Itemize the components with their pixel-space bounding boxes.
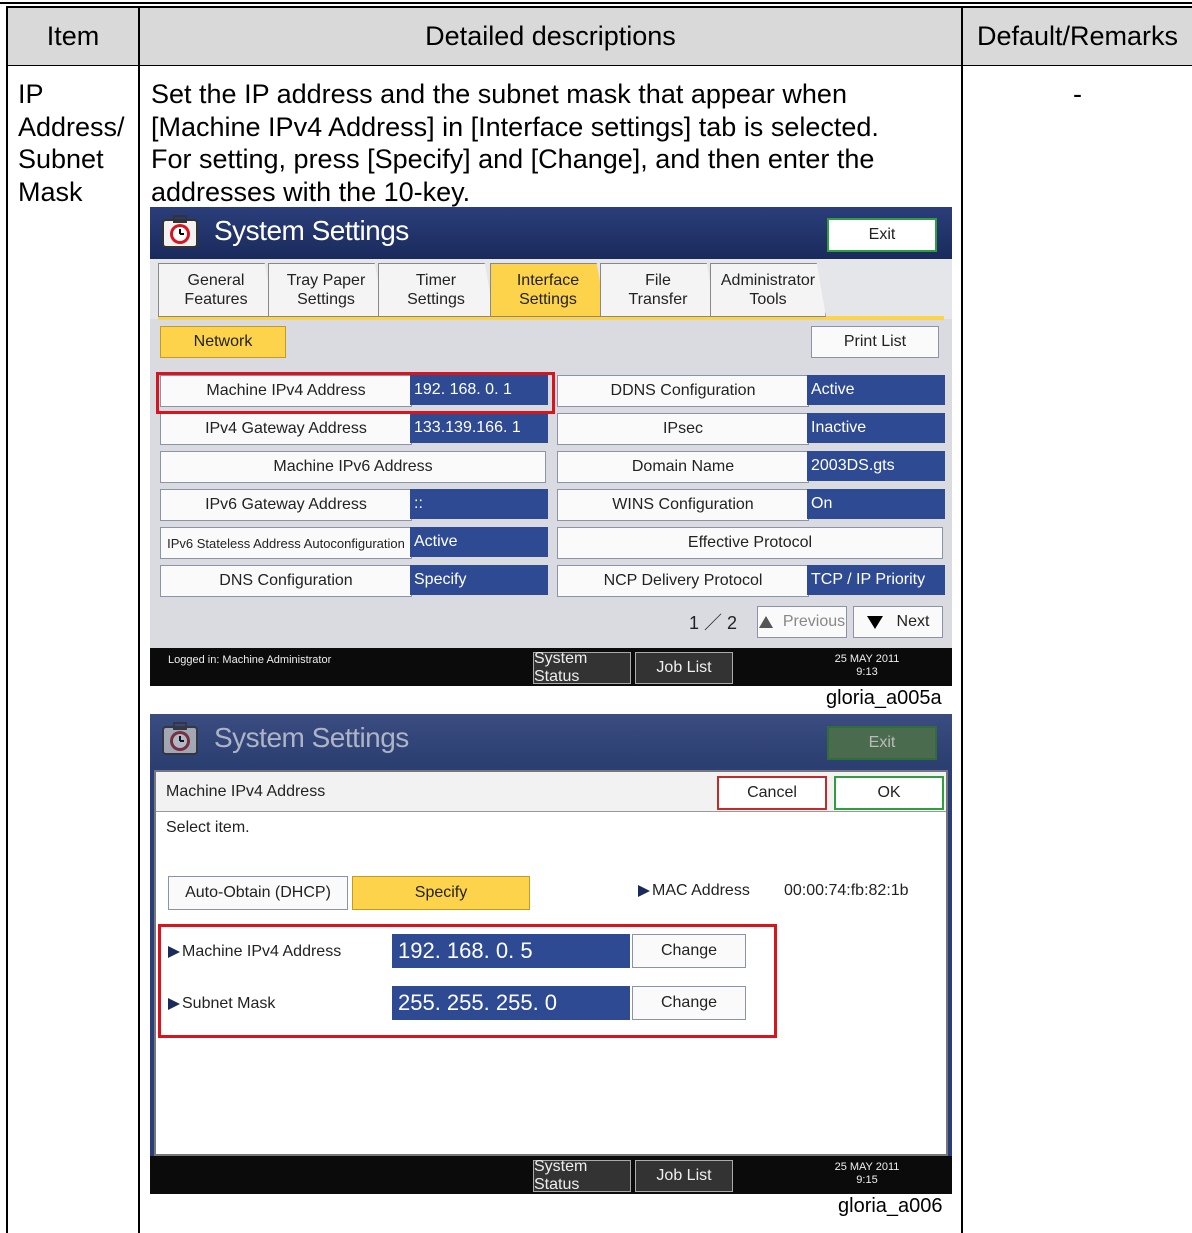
description-line: For setting, press [Specify] and [Change…: [151, 144, 875, 174]
header-default-remarks: Default/Remarks: [963, 8, 1192, 65]
ipv6-gateway-address-button[interactable]: IPv6 Gateway Address: [160, 489, 412, 521]
description-line: [Machine IPv4 Address] in [Interface set…: [151, 111, 879, 142]
wins-configuration-button[interactable]: WINS Configuration: [557, 489, 809, 521]
date-time: 25 MAY 2011 9:15: [812, 1161, 922, 1187]
tab-file-transfer[interactable]: File Transfer: [600, 263, 716, 317]
dns-configuration-value: Specify: [410, 565, 548, 595]
up-arrow-icon: [758, 616, 773, 628]
ipv6-gateway-address-value: ::: [410, 489, 548, 519]
date: 25 MAY 2011: [834, 653, 900, 665]
date-time: 25 MAY 2011 9:13: [812, 653, 922, 679]
login-status: Logged in: Machine Administrator: [168, 654, 332, 666]
tab-administrator-tools[interactable]: Administrator Tools: [710, 263, 826, 317]
window-title: System Settings: [214, 722, 409, 753]
highlight-machine-ipv4-address: [156, 372, 555, 414]
tab-interface-settings[interactable]: Interface Settings: [490, 263, 606, 317]
ncp-delivery-protocol-button[interactable]: NCP Delivery Protocol: [557, 565, 809, 597]
previous-label: Previous: [782, 613, 846, 630]
ok-button[interactable]: OK: [834, 776, 944, 810]
mac-address-value: 00:00:74:fb:82:1b: [784, 882, 909, 899]
remarks-cell: -: [1073, 79, 1082, 109]
title-bar: System Settings Exit: [150, 207, 952, 259]
machine-ipv6-address-button[interactable]: Machine IPv6 Address: [160, 451, 546, 483]
window-title: System Settings: [214, 215, 409, 246]
system-status-button[interactable]: System Status: [533, 650, 631, 685]
ipv6-stateless-autoconfiguration-value: Active: [410, 527, 548, 557]
title-bar-dimmed: System Settings Exit: [150, 714, 952, 768]
ipv4-gateway-address-button[interactable]: IPv4 Gateway Address: [160, 413, 412, 445]
header-item: Item: [8, 8, 138, 65]
ddns-configuration-button[interactable]: DDNS Configuration: [557, 375, 809, 407]
description-line: addresses with the 10-key.: [151, 176, 471, 207]
clock-toolbox-icon: [162, 722, 198, 755]
table-left-border: [6, 6, 8, 1233]
specify-button[interactable]: Specify: [352, 876, 530, 910]
wins-configuration-value: On: [807, 489, 945, 519]
domain-name-button[interactable]: Domain Name: [557, 451, 809, 483]
dns-configuration-button[interactable]: DNS Configuration: [160, 565, 412, 597]
description-text: Set the IP address and the subnet mask t…: [151, 78, 959, 208]
ipsec-value: Inactive: [807, 413, 945, 443]
item-line: Mask: [18, 176, 83, 207]
status-footer: System Status Job List 25 MAY 2011 9:15: [150, 1156, 952, 1194]
tab-tray-paper-settings[interactable]: Tray Paper Settings: [268, 263, 384, 317]
table-col-divider-1: [138, 6, 140, 1233]
time: 9:13: [856, 666, 878, 678]
screenshot-system-settings-1: System Settings Exit General Features Tra…: [150, 207, 952, 686]
table-col-divider-2b: [961, 64, 963, 1233]
previous-button[interactable]: Previous: [757, 606, 847, 638]
pointer-triangle-icon: [638, 884, 650, 897]
next-button[interactable]: Next: [853, 606, 943, 638]
auto-obtain-dhcp-button[interactable]: Auto-Obtain (DHCP): [168, 876, 348, 910]
exit-button-dimmed: Exit: [827, 726, 937, 760]
dialog-title: Machine IPv4 Address: [166, 783, 326, 800]
network-button[interactable]: Network: [160, 326, 286, 358]
item-line: IP: [18, 79, 44, 109]
cancel-button[interactable]: Cancel: [717, 776, 827, 810]
ddns-configuration-value: Active: [807, 375, 945, 405]
item-line: Address/: [18, 111, 125, 142]
dialog: Machine IPv4 Address Cancel OK Select it…: [154, 770, 948, 1156]
ipsec-button[interactable]: IPsec: [557, 413, 809, 445]
job-list-button[interactable]: Job List: [635, 1160, 733, 1192]
description-line: Set the IP address and the subnet mask t…: [151, 79, 847, 109]
down-arrow-icon: [866, 615, 883, 629]
select-item-prompt: Select item.: [166, 819, 250, 836]
tab-timer-settings[interactable]: Timer Settings: [378, 263, 494, 317]
ipv4-gateway-address-value: 133.139.166. 1: [410, 413, 548, 443]
exit-button[interactable]: Exit: [827, 218, 937, 252]
ipv6-stateless-autoconfiguration-button[interactable]: IPv6 Stateless Address Autoconfiguration: [160, 527, 412, 559]
mac-address-label: MAC Address: [638, 882, 750, 900]
item-line: Subnet: [18, 144, 104, 174]
page-indicator: 1 ／ 2: [688, 613, 738, 633]
ncp-delivery-protocol-value: TCP / IP Priority: [807, 565, 945, 595]
clock-toolbox-icon: [162, 215, 198, 248]
tab-general-features[interactable]: General Features: [158, 263, 274, 317]
date: 25 MAY 2011: [834, 1161, 900, 1173]
system-status-button[interactable]: System Status: [533, 1158, 631, 1193]
job-list-button[interactable]: Job List: [635, 652, 733, 684]
screenshot-system-settings-2: System Settings Exit Machine IPv4 Addres…: [150, 714, 952, 1194]
figure-caption-2: gloria_a006: [838, 1195, 943, 1217]
header-detailed-descriptions: Detailed descriptions: [140, 8, 961, 65]
print-list-button[interactable]: Print List: [811, 326, 939, 358]
status-footer: Logged in: Machine Administrator System …: [150, 648, 952, 686]
highlight-ip-and-subnet: [158, 924, 777, 1038]
next-label: Next: [896, 613, 930, 630]
table-top-border: [0, 2, 1192, 4]
figure-caption-1: gloria_a005a: [826, 687, 942, 709]
item-cell: IP Address/ Subnet Mask: [18, 78, 136, 208]
effective-protocol-button[interactable]: Effective Protocol: [557, 527, 943, 559]
time: 9:15: [856, 1174, 878, 1186]
domain-name-value: 2003DS.gts: [807, 451, 945, 481]
